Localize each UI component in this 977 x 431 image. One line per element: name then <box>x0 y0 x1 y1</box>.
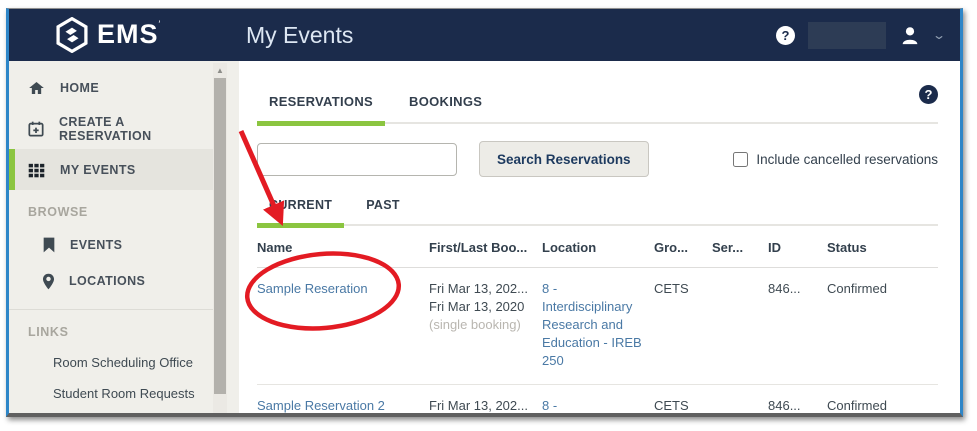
reservations-table: Name First/Last Boo... Location Gro... S… <box>257 228 938 417</box>
status-cell: Confirmed <box>827 385 938 418</box>
grid-icon <box>28 161 45 178</box>
tab-current[interactable]: CURRENT <box>257 198 344 224</box>
app-window: EMS ′ My Events ? ⌄ HOME <box>6 8 963 417</box>
sidebar-item-label: HOME <box>60 81 99 95</box>
tab-bookings[interactable]: BOOKINGS <box>397 94 494 122</box>
include-cancelled-label: Include cancelled reservations <box>756 152 938 167</box>
location-pin-icon <box>42 273 55 290</box>
reservations-bookings-tabs: RESERVATIONS BOOKINGS <box>257 94 938 124</box>
booking-dates-cell: Fri Mar 13, 202... Fri Mar 13, 2020 (sin… <box>429 385 542 418</box>
sidebar-section-links: LINKS <box>9 310 239 347</box>
scrollbar-thumb[interactable] <box>214 78 226 394</box>
sidebar-item-label: LOCATIONS <box>69 274 145 288</box>
brand-trademark: ′ <box>159 19 161 29</box>
location-link[interactable]: 8 - Interdisciplinary Research and Educa… <box>542 281 642 368</box>
username-redacted <box>808 22 886 49</box>
sidebar-item-create-reservation[interactable]: CREATE A RESERVATION <box>9 108 214 149</box>
ems-logo[interactable]: EMS ′ <box>55 17 160 53</box>
group-cell: CETS <box>654 385 712 418</box>
booking-note: (single booking) <box>429 316 536 334</box>
services-cell <box>712 385 768 418</box>
reservation-name-link[interactable]: Sample Reservation 2 <box>257 398 385 413</box>
sidebar-link-room-scheduling-office[interactable]: Room Scheduling Office <box>9 347 214 378</box>
calendar-plus-icon <box>28 121 44 137</box>
brand-text: EMS <box>97 17 159 51</box>
table-header-row: Name First/Last Boo... Location Gro... S… <box>257 228 938 268</box>
col-header-services[interactable]: Ser... <box>712 228 768 268</box>
include-cancelled-checkbox[interactable] <box>733 152 748 167</box>
ems-hexagon-icon <box>55 17 89 53</box>
navbar-right-group: ? ⌄ <box>776 9 944 61</box>
user-icon[interactable] <box>899 24 921 46</box>
home-icon <box>28 80 45 96</box>
col-header-first-last-booking[interactable]: First/Last Boo... <box>429 228 542 268</box>
table-row: Sample Reservation 2 Fri Mar 13, 202... … <box>257 385 938 418</box>
sidebar-item-events[interactable]: EVENTS <box>9 227 214 263</box>
search-input[interactable] <box>257 143 457 176</box>
booking-dates-cell: Fri Mar 13, 202... Fri Mar 13, 2020 (sin… <box>429 268 542 385</box>
reservation-name-link[interactable]: Sample Reseration <box>257 281 368 296</box>
sidebar-section-browse: BROWSE <box>9 190 239 227</box>
sidebar: HOME CREATE A RESERVATION <box>9 61 239 417</box>
sidebar-scrollbar[interactable]: ▲ <box>213 63 227 417</box>
tab-reservations[interactable]: RESERVATIONS <box>257 94 385 122</box>
col-header-name[interactable]: Name <box>257 228 429 268</box>
help-icon-content[interactable]: ? <box>919 85 938 104</box>
main-content: ? RESERVATIONS BOOKINGS Search Reservati… <box>239 61 960 417</box>
chevron-down-icon[interactable]: ⌄ <box>932 28 946 42</box>
sidebar-item-my-events[interactable]: MY EVENTS <box>9 149 214 190</box>
sidebar-item-locations[interactable]: LOCATIONS <box>9 263 214 299</box>
tab-past[interactable]: PAST <box>354 198 412 224</box>
col-header-location[interactable]: Location <box>542 228 654 268</box>
bookmark-icon <box>42 237 56 253</box>
scrollbar-up-arrow-icon[interactable]: ▲ <box>213 63 227 77</box>
sidebar-link-guidelines-and-forms[interactable]: Guidelines and Forms <box>9 409 214 417</box>
help-icon[interactable]: ? <box>776 26 795 45</box>
page-title: My Events <box>246 22 353 49</box>
services-cell <box>712 268 768 385</box>
id-cell: 846... <box>768 385 827 418</box>
search-reservations-button[interactable]: Search Reservations <box>479 141 649 177</box>
table-row: Sample Reseration Fri Mar 13, 202... Fri… <box>257 268 938 385</box>
search-row: Search Reservations Include cancelled re… <box>257 141 938 177</box>
top-navbar: EMS ′ My Events ? ⌄ <box>9 9 960 61</box>
col-header-status[interactable]: Status <box>827 228 938 268</box>
current-past-tabs: CURRENT PAST <box>257 198 938 226</box>
sidebar-item-label: EVENTS <box>70 238 122 252</box>
sidebar-item-home[interactable]: HOME <box>9 67 214 108</box>
include-cancelled-group: Include cancelled reservations <box>733 152 938 167</box>
sidebar-item-label: MY EVENTS <box>60 163 136 177</box>
sidebar-item-label: CREATE A RESERVATION <box>59 115 214 143</box>
group-cell: CETS <box>654 268 712 385</box>
col-header-id[interactable]: ID <box>768 228 827 268</box>
sidebar-link-student-room-requests[interactable]: Student Room Requests <box>9 378 214 409</box>
location-link[interactable]: 8 - Interdisciplinary Research and Educa… <box>542 398 642 417</box>
status-cell: Confirmed <box>827 268 938 385</box>
id-cell: 846... <box>768 268 827 385</box>
col-header-group[interactable]: Gro... <box>654 228 712 268</box>
